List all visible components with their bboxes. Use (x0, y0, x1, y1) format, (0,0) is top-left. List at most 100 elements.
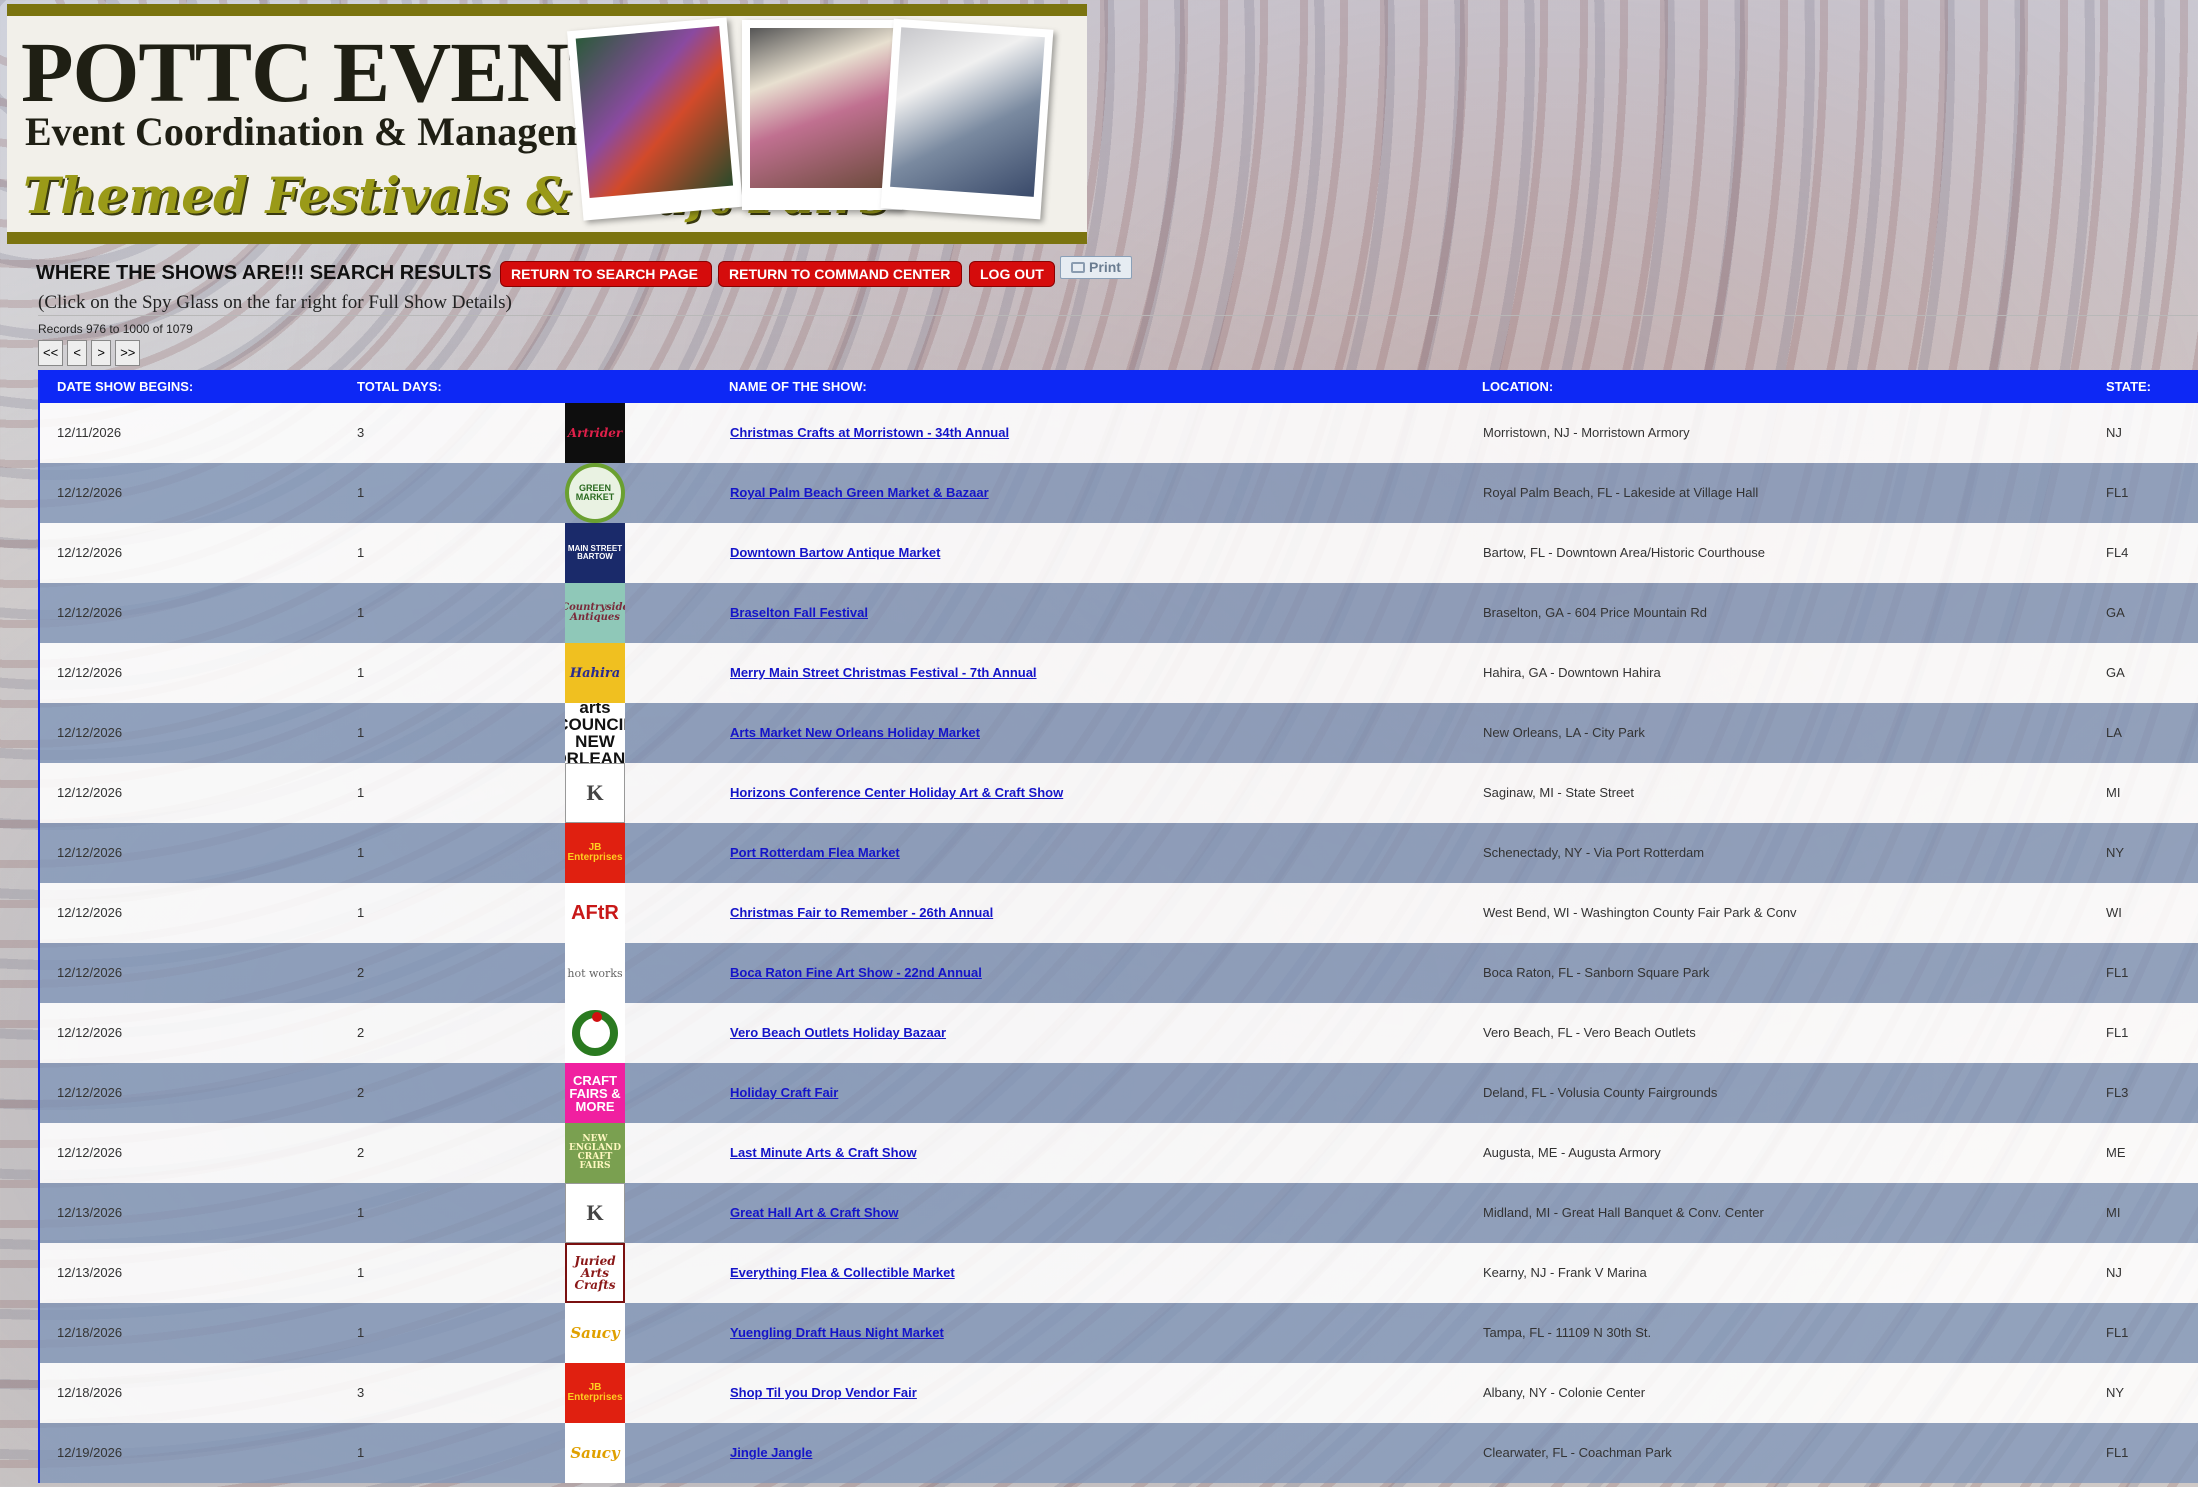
show-date: 12/18/2026 (57, 1385, 123, 1400)
show-state: FL1 (2106, 485, 2129, 500)
show-state: NY (2106, 845, 2125, 860)
show-logo-image: Artrider (565, 403, 625, 463)
show-state: ME (2106, 1145, 2126, 1160)
show-state: MI (2106, 785, 2121, 800)
banner-photo-booth (880, 18, 1054, 220)
header-date: DATE SHOW BEGINS: (57, 379, 194, 394)
show-state: LA (2106, 725, 2122, 740)
show-name-link[interactable]: Braselton Fall Festival (730, 605, 868, 620)
show-total-days: 1 (357, 485, 365, 500)
show-logo-image: Hahira (565, 643, 625, 703)
show-date: 12/12/2026 (57, 605, 123, 620)
pagination: << < > >> (38, 340, 141, 366)
print-button[interactable]: Print (1060, 256, 1132, 279)
show-name-link[interactable]: Last Minute Arts & Craft Show (730, 1145, 917, 1160)
show-logo-image: K (565, 763, 625, 823)
show-date: 12/12/2026 (57, 1145, 123, 1160)
show-name-link[interactable]: Horizons Conference Center Holiday Art &… (730, 785, 1063, 800)
table-row: 12/18/2026 3 JB Enterprises Shop Til you… (40, 1363, 2198, 1423)
table-row: 12/18/2026 1 Saucy Yuengling Draft Haus … (40, 1303, 2198, 1363)
show-date: 12/18/2026 (57, 1325, 123, 1340)
show-location: West Bend, WI - Washington County Fair P… (1483, 905, 1797, 920)
show-total-days: 3 (357, 1385, 365, 1400)
header-state: STATE: (2106, 379, 2152, 394)
show-state: GA (2106, 665, 2125, 680)
show-name-link[interactable]: Jingle Jangle (730, 1445, 812, 1460)
show-location: Boca Raton, FL - Sanborn Square Park (1483, 965, 1710, 980)
show-logo-image: AFtR (565, 883, 625, 943)
show-logo-image: CRAFT FAIRS & MORE (565, 1063, 625, 1123)
show-total-days: 3 (357, 425, 365, 440)
table-row: 12/13/2026 1 K Great Hall Art & Craft Sh… (40, 1183, 2198, 1243)
table-row: 12/12/2026 1 arts COUNCIL NEW ORLEANS Ar… (40, 703, 2198, 763)
show-logo: K (565, 1183, 625, 1243)
show-name-link[interactable]: Christmas Crafts at Morristown - 34th An… (730, 425, 1009, 440)
show-logo-image (565, 1003, 625, 1063)
show-date: 12/12/2026 (57, 665, 123, 680)
show-location: Midland, MI - Great Hall Banquet & Conv.… (1483, 1205, 1764, 1220)
print-label: Print (1089, 259, 1121, 275)
show-logo (565, 1003, 625, 1063)
show-date: 12/12/2026 (57, 965, 123, 980)
next-page-button[interactable]: > (91, 340, 112, 366)
divider (38, 315, 2198, 316)
table-row: 12/19/2026 1 Saucy Jingle Jangle Clearwa… (40, 1423, 2198, 1483)
site-banner: POTTC EVENTS Event Coordination & Manage… (7, 4, 1087, 244)
show-logo-image: MAIN STREET BARTOW (565, 523, 625, 583)
table-row: 12/12/2026 1 MAIN STREET BARTOW Downtown… (40, 523, 2198, 583)
show-total-days: 2 (357, 965, 365, 980)
return-search-button[interactable]: RETURN TO SEARCH PAGE (500, 261, 712, 287)
show-name-link[interactable]: Yuengling Draft Haus Night Market (730, 1325, 944, 1340)
show-logo-image: Juried Arts Crafts (565, 1243, 625, 1303)
show-name-link[interactable]: Shop Til you Drop Vendor Fair (730, 1385, 917, 1400)
header-name: NAME OF THE SHOW: (729, 379, 867, 394)
show-total-days: 1 (357, 545, 365, 560)
table-row: 12/12/2026 1 AFtR Christmas Fair to Reme… (40, 883, 2198, 943)
logout-button[interactable]: LOG OUT (969, 261, 1055, 287)
page-title: WHERE THE SHOWS ARE!!! SEARCH RESULTS (36, 262, 492, 284)
return-command-center-button[interactable]: RETURN TO COMMAND CENTER (718, 261, 962, 287)
show-date: 12/19/2026 (57, 1445, 123, 1460)
show-name-link[interactable]: Port Rotterdam Flea Market (730, 845, 900, 860)
show-state: FL4 (2106, 545, 2129, 560)
show-name-link[interactable]: Arts Market New Orleans Holiday Market (730, 725, 980, 740)
table-row: 12/12/2026 1 JB Enterprises Port Rotterd… (40, 823, 2198, 883)
show-total-days: 1 (357, 605, 365, 620)
show-logo: Countryside Antiques (565, 583, 625, 643)
show-name-link[interactable]: Royal Palm Beach Green Market & Bazaar (730, 485, 989, 500)
show-name-link[interactable]: Christmas Fair to Remember - 26th Annual (730, 905, 993, 920)
prev-page-button[interactable]: < (67, 340, 88, 366)
table-row: 12/12/2026 2 Vero Beach Outlets Holiday … (40, 1003, 2198, 1063)
last-page-button[interactable]: >> (115, 340, 141, 366)
wreath-icon (572, 1010, 618, 1056)
show-logo-image: JB Enterprises (565, 1363, 625, 1423)
first-page-button[interactable]: << (38, 340, 64, 366)
show-name-link[interactable]: Vero Beach Outlets Holiday Bazaar (730, 1025, 946, 1040)
show-location: Bartow, FL - Downtown Area/Historic Cour… (1483, 545, 1766, 560)
records-count: Records 976 to 1000 of 1079 (38, 322, 193, 336)
show-logo: hot works (565, 943, 625, 1003)
printer-icon (1071, 262, 1086, 273)
show-logo-image: K (565, 1183, 625, 1243)
banner-photo-ornaments (567, 17, 743, 221)
show-name-link[interactable]: Great Hall Art & Craft Show (730, 1205, 899, 1220)
show-name-link[interactable]: Downtown Bartow Antique Market (730, 545, 940, 560)
header-days: TOTAL DAYS: (357, 379, 442, 394)
table-body: 12/11/2026 3 Artrider Christmas Crafts a… (40, 403, 2198, 1483)
show-date: 12/12/2026 (57, 545, 123, 560)
show-logo-image: GREEN MARKET (565, 463, 625, 523)
banner-photo-shoppers (742, 20, 902, 210)
show-location: Braselton, GA - 604 Price Mountain Rd (1483, 605, 1708, 620)
show-name-link[interactable]: Everything Flea & Collectible Market (730, 1265, 955, 1280)
show-name-link[interactable]: Holiday Craft Fair (730, 1085, 838, 1100)
show-name-link[interactable]: Merry Main Street Christmas Festival - 7… (730, 665, 1037, 680)
show-date: 12/12/2026 (57, 1085, 123, 1100)
show-state: MI (2106, 1205, 2121, 1220)
show-logo: JB Enterprises (565, 823, 625, 883)
show-total-days: 2 (357, 1145, 365, 1160)
show-location: Schenectady, NY - Via Port Rotterdam (1483, 845, 1705, 860)
show-location: Morristown, NJ - Morristown Armory (1483, 425, 1690, 440)
show-name-link[interactable]: Boca Raton Fine Art Show - 22nd Annual (730, 965, 982, 980)
show-total-days: 1 (357, 665, 365, 680)
show-logo: Artrider (565, 403, 625, 463)
